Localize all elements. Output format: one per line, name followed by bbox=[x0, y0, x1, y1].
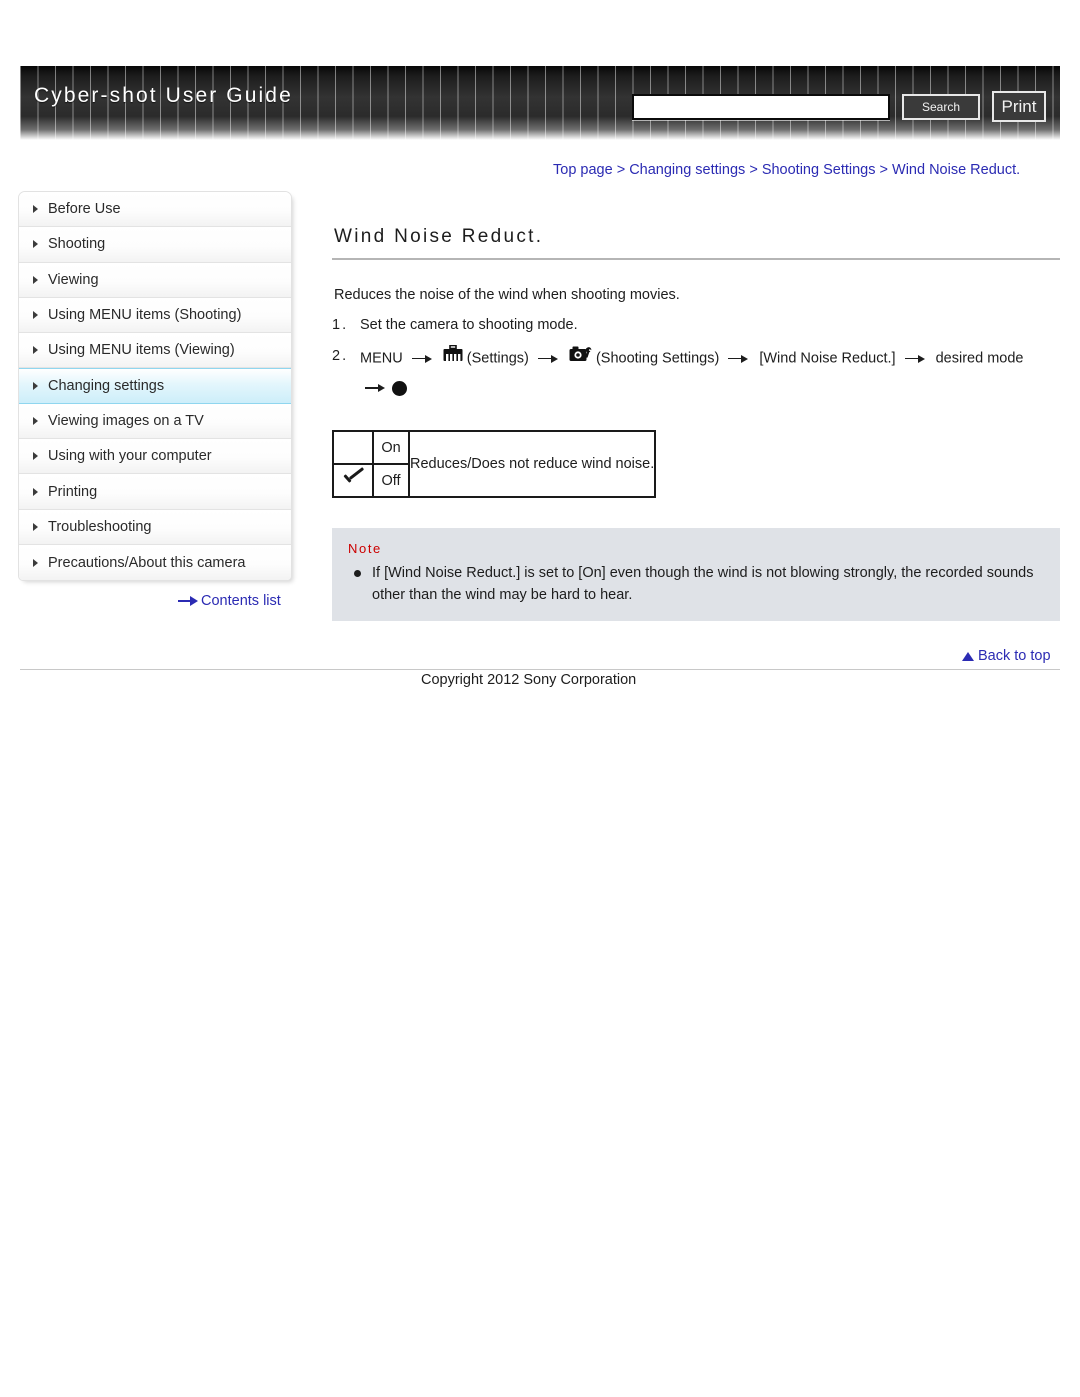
chevron-right-icon bbox=[33, 275, 38, 284]
sidebar-item-before-use[interactable]: Before Use bbox=[19, 192, 291, 228]
chevron-right-icon bbox=[33, 205, 38, 214]
arrow-right-icon bbox=[904, 353, 927, 365]
sidebar-item-label: Using MENU items (Shooting) bbox=[48, 307, 242, 324]
mode-cell-off: Off bbox=[372, 463, 410, 498]
sidebar-item-using-menu-items-shooting[interactable]: Using MENU items (Shooting) bbox=[19, 297, 291, 334]
arrow-right-icon bbox=[411, 353, 434, 365]
breadcrumb-item-wind-noise-reduct[interactable]: Wind Noise Reduct. bbox=[892, 162, 1020, 178]
triangle-up-icon bbox=[962, 651, 974, 661]
menu-item-label: [Wind Noise Reduct.] bbox=[759, 350, 896, 367]
shooting-settings-label: (Shooting Settings) bbox=[595, 350, 720, 367]
sidebar-item-label: Troubleshooting bbox=[48, 518, 152, 535]
chevron-right-icon bbox=[33, 558, 38, 567]
sidebar-item-printing[interactable]: Printing bbox=[19, 474, 291, 510]
sidebar-item-using-with-your-computer[interactable]: Using with your computer bbox=[19, 439, 291, 475]
breadcrumb: Top page > Changing settings > Shooting … bbox=[553, 162, 1020, 178]
note-item: If [Wind Noise Reduct.] is set to [On] e… bbox=[348, 562, 1044, 607]
sidebar-item-viewing-images-on-a-tv[interactable]: Viewing images on a TV bbox=[19, 403, 291, 440]
breadcrumb-separator: > bbox=[749, 162, 758, 178]
sidebar-item-viewing[interactable]: Viewing bbox=[19, 262, 291, 298]
settings-label: (Settings) bbox=[466, 350, 529, 367]
camera-shooting-settings-icon bbox=[569, 345, 592, 371]
chevron-right-icon bbox=[33, 382, 38, 391]
chevron-right-icon bbox=[33, 240, 38, 249]
step-1: 1. Set the camera to shooting mode. bbox=[332, 315, 1062, 337]
sidebar-item-troubleshooting[interactable]: Troubleshooting bbox=[19, 509, 291, 545]
description-cell: Reduces/Does not reduce wind noise. bbox=[407, 430, 657, 498]
breadcrumb-separator: > bbox=[879, 162, 888, 178]
search-button[interactable]: Search bbox=[902, 94, 980, 120]
step-text: Set the camera to shooting mode. bbox=[360, 317, 578, 333]
chevron-right-icon bbox=[33, 487, 38, 496]
back-to-top-link[interactable]: Back to top bbox=[962, 648, 1051, 664]
sidebar-item-shooting[interactable]: Shooting bbox=[19, 227, 291, 263]
search-input[interactable] bbox=[632, 94, 890, 120]
note-box: Note If [Wind Noise Reduct.] is set to [… bbox=[332, 528, 1060, 621]
menu-label: MENU bbox=[360, 350, 403, 367]
sidebar-item-using-menu-items-viewing[interactable]: Using MENU items (Viewing) bbox=[19, 333, 291, 369]
sidebar-item-label: Viewing bbox=[48, 271, 99, 288]
breadcrumb-item-shooting-settings[interactable]: Shooting Settings bbox=[762, 162, 876, 178]
sidebar-nav: Before Use Shooting Viewing Using MENU i… bbox=[18, 191, 292, 582]
sidebar-item-label: Changing settings bbox=[48, 378, 165, 395]
contents-list-label: Contents list bbox=[201, 593, 281, 609]
sidebar-item-label: Before Use bbox=[48, 201, 121, 218]
title-divider bbox=[332, 258, 1060, 260]
arrow-right-icon bbox=[537, 353, 560, 365]
contents-list-link[interactable]: Contents list bbox=[178, 593, 281, 609]
chevron-right-icon bbox=[33, 522, 38, 531]
step-number: 2. bbox=[332, 347, 349, 364]
default-marker-cell bbox=[332, 430, 374, 465]
sidebar-item-label: Using MENU items (Viewing) bbox=[48, 342, 235, 359]
sidebar-item-precautions-about-this-camera[interactable]: Precautions/About this camera bbox=[19, 544, 291, 581]
chevron-right-icon bbox=[33, 416, 38, 425]
toolbox-settings-icon bbox=[443, 344, 463, 370]
bullet-icon bbox=[354, 570, 361, 577]
arrow-right-icon bbox=[178, 596, 198, 606]
arrow-right-icon bbox=[365, 382, 387, 394]
arrow-right-icon bbox=[728, 353, 750, 365]
note-item-text: If [Wind Noise Reduct.] is set to [On] e… bbox=[372, 565, 1034, 604]
intro-text: Reduces the noise of the wind when shoot… bbox=[334, 287, 680, 303]
options-table: On Reduces/Does not reduce wind noise. O… bbox=[332, 430, 657, 498]
page-title: Wind Noise Reduct. bbox=[334, 226, 544, 247]
instruction-steps: 1. Set the camera to shooting mode. 2. M… bbox=[332, 315, 1062, 396]
sidebar-item-label: Precautions/About this camera bbox=[48, 554, 246, 571]
copyright-text: Copyright 2012 Sony Corporation bbox=[421, 672, 637, 688]
site-title: Cyber-shot User Guide bbox=[34, 84, 293, 107]
step-text: MENU (Settings) (Shooting Settings) [Win… bbox=[360, 344, 1062, 372]
center-button-icon bbox=[392, 380, 407, 396]
site-header-banner: Cyber-shot User Guide Search Print bbox=[20, 66, 1060, 140]
chevron-right-icon bbox=[33, 311, 38, 320]
step-number: 1. bbox=[332, 317, 349, 333]
print-button[interactable]: Print bbox=[992, 91, 1046, 122]
back-to-top-label: Back to top bbox=[978, 648, 1051, 664]
footer-divider bbox=[20, 669, 1060, 670]
sidebar-item-label: Viewing images on a TV bbox=[48, 412, 204, 429]
sidebar-item-label: Printing bbox=[48, 483, 98, 500]
chevron-right-icon bbox=[33, 452, 38, 461]
desired-mode-label: desired mode bbox=[935, 350, 1024, 367]
breadcrumb-separator: > bbox=[616, 162, 626, 178]
sidebar-item-changing-settings[interactable]: Changing settings bbox=[19, 368, 291, 404]
step-2-continuation bbox=[360, 380, 1062, 396]
default-marker-cell bbox=[332, 463, 374, 498]
breadcrumb-item-top-page[interactable]: Top page bbox=[553, 162, 613, 178]
breadcrumb-item-changing-settings[interactable]: Changing settings bbox=[629, 162, 745, 178]
mode-cell-on: On bbox=[372, 430, 410, 465]
chevron-right-icon bbox=[33, 346, 38, 355]
sidebar-item-label: Shooting bbox=[48, 236, 106, 253]
note-label: Note bbox=[348, 541, 382, 556]
check-icon bbox=[342, 471, 364, 487]
sidebar-item-label: Using with your computer bbox=[48, 448, 212, 465]
table-row: On Reduces/Does not reduce wind noise. bbox=[332, 430, 657, 498]
step-2: 2. MENU (Settings) (Shooting Settings) [… bbox=[332, 344, 1062, 372]
